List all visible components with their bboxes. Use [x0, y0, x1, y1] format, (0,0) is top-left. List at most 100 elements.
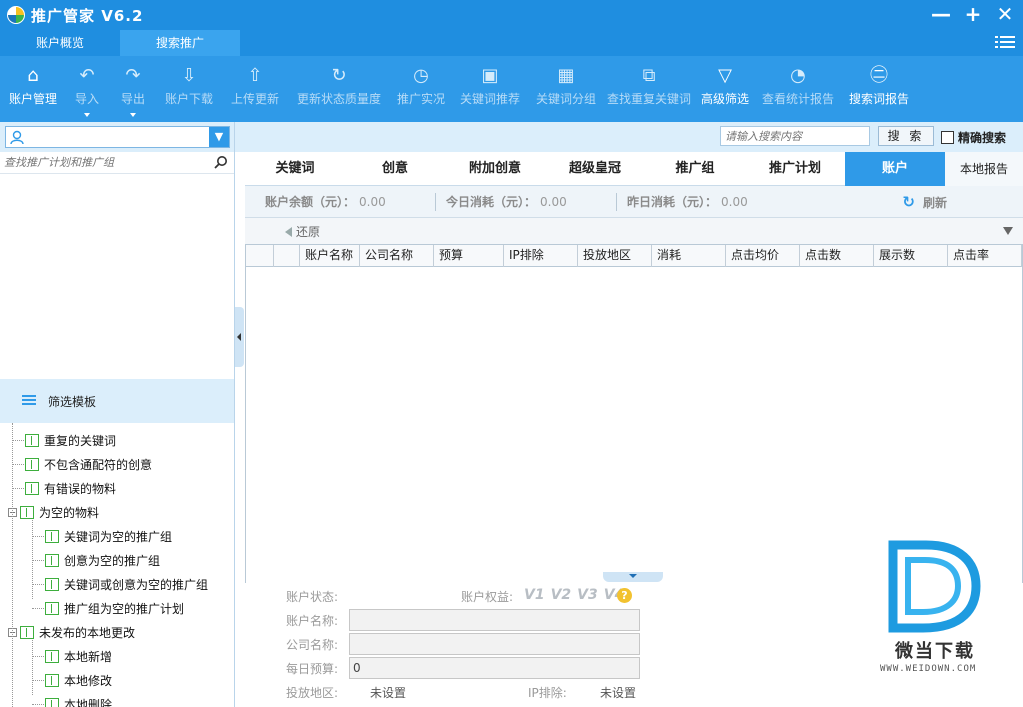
- export-icon: ↷: [125, 65, 141, 86]
- account-rights-label: 账户权益:: [461, 590, 514, 604]
- company-name-label: 公司名称:: [286, 638, 339, 652]
- toolbar-keyword-recommend-button[interactable]: ▣ 关键词推荐: [452, 56, 528, 122]
- filter-item-label: 关键词或创意为空的推广组: [64, 577, 209, 592]
- main-tab[interactable]: 账户概览: [0, 30, 120, 56]
- main-tab[interactable]: 搜索推广: [120, 30, 240, 56]
- close-button[interactable]: ✕: [993, 2, 1017, 26]
- plan-tree: [0, 174, 234, 379]
- object-tab[interactable]: 超级皇冠: [545, 152, 645, 186]
- object-tab[interactable]: 推广组: [645, 152, 745, 186]
- ip-exclude-label: IP排除:: [528, 686, 567, 700]
- object-tab[interactable]: 关键词: [245, 152, 345, 186]
- detail-panel-toggle[interactable]: [603, 572, 663, 582]
- filter-item-label: 未发布的本地更改: [39, 625, 136, 640]
- column-header[interactable]: 账户名称: [300, 245, 360, 267]
- caret-down-icon[interactable]: [1003, 227, 1013, 235]
- account-name-field[interactable]: [349, 609, 640, 631]
- filter-template-item[interactable]: 本地删除: [0, 692, 234, 707]
- toolbar-pie-chart-button[interactable]: ◔ 查看统计报告: [756, 56, 840, 122]
- tree-connector: [12, 463, 24, 465]
- today-spend-label: 今日消耗（元）：: [446, 195, 537, 209]
- app-title: 推广管家 V6.2: [31, 6, 144, 25]
- filter-template-item[interactable]: 本地修改: [0, 668, 234, 692]
- toolbar-clock-button[interactable]: ◷ 推广实况: [390, 56, 452, 122]
- toolbar-grid-button[interactable]: ▦ 关键词分组: [528, 56, 604, 122]
- left-panel-collapse-handle[interactable]: [235, 307, 244, 367]
- account-select[interactable]: ▼: [5, 126, 230, 148]
- column-header[interactable]: 预算: [434, 245, 504, 267]
- filter-template-item[interactable]: 推广组为空的推广计划: [0, 596, 234, 620]
- column-header[interactable]: IP排除: [504, 245, 578, 267]
- object-tabs: 关键词 创意 附加创意 超级皇冠 推广组 推广计划 账户 本地报告: [245, 152, 1023, 186]
- toolbar-refresh-button[interactable]: ↻ 更新状态质量度: [288, 56, 390, 122]
- toolbar-upload-button[interactable]: ⇧ 上传更新: [222, 56, 288, 122]
- filter-template-item[interactable]: 本地新增: [0, 644, 234, 668]
- search-button[interactable]: 搜 索: [878, 126, 934, 146]
- tree-connector: [32, 655, 44, 657]
- menu-icon[interactable]: [995, 33, 1015, 53]
- minimize-button[interactable]: —: [929, 2, 953, 26]
- exact-search-option[interactable]: 精确搜索: [941, 129, 1006, 146]
- home-icon: ⌂: [27, 65, 39, 86]
- daily-budget-label: 每日预算:: [286, 662, 339, 676]
- plan-search-input[interactable]: [4, 152, 204, 172]
- filter-template-item[interactable]: − 为空的物料: [0, 500, 234, 524]
- filter-item-label: 有错误的物料: [44, 481, 117, 496]
- toolbar-home-button[interactable]: ⌂ 账户管理: [2, 56, 64, 122]
- toolbar: ⌂ 账户管理 ↶ 导入 ↷ 导出 ⇩ 账户下载 ⇧ 上传更新 ↻ 更新状态质量度 ◷ 推广实况 ▣ 关键词推荐…: [0, 56, 1023, 122]
- today-spend-value: 0.00: [540, 194, 567, 209]
- object-tab[interactable]: 本地报告: [945, 152, 1023, 186]
- filter-template-item[interactable]: 重复的关键词: [0, 428, 234, 452]
- object-tab[interactable]: 附加创意: [445, 152, 545, 186]
- toolbar-filter-button[interactable]: ▽ 高级筛选: [694, 56, 756, 122]
- tree-connector: [32, 559, 44, 561]
- refresh-icon: ↻: [331, 65, 347, 86]
- template-icon: [45, 649, 59, 663]
- maximize-button[interactable]: +: [961, 2, 985, 26]
- balance-summary: 账户余额（元）： 0.00: [265, 193, 435, 211]
- column-header[interactable]: 消耗: [652, 245, 726, 267]
- toolbar-duplicate-search-button[interactable]: ⧉ 查找重复关键词: [604, 56, 694, 122]
- toolbar-export-button[interactable]: ↷ 导出: [110, 56, 156, 122]
- search-bar: 搜 索 精确搜索: [235, 122, 1023, 152]
- filter-icon: ▽: [718, 65, 732, 86]
- object-tab[interactable]: 推广计划: [745, 152, 845, 186]
- filter-template-item[interactable]: 创意为空的推广组: [0, 548, 234, 572]
- keyword-recommend-icon: ▣: [481, 65, 499, 86]
- column-header[interactable]: [274, 245, 300, 267]
- region-value[interactable]: 未设置: [370, 684, 406, 701]
- dropdown-caret-icon[interactable]: [84, 113, 90, 117]
- search-icon[interactable]: [214, 155, 228, 169]
- object-tab[interactable]: 创意: [345, 152, 445, 186]
- column-header[interactable]: 投放地区: [578, 245, 652, 267]
- column-header[interactable]: 公司名称: [360, 245, 434, 267]
- column-header[interactable]: [246, 245, 274, 267]
- search-input[interactable]: [720, 126, 870, 146]
- ip-exclude-value[interactable]: 未设置: [600, 684, 636, 701]
- filter-template-item[interactable]: 关键词为空的推广组: [0, 524, 234, 548]
- column-header[interactable]: 点击数: [800, 245, 874, 267]
- exact-search-checkbox[interactable]: [941, 131, 954, 144]
- filter-template-item[interactable]: 有错误的物料: [0, 476, 234, 500]
- column-header[interactable]: 点击率: [948, 245, 1022, 267]
- rights-level-icon: V3: [577, 587, 598, 603]
- filter-template-item[interactable]: − 未发布的本地更改: [0, 620, 234, 644]
- import-icon: ↶: [79, 65, 95, 86]
- filter-template-item[interactable]: 不包含通配符的创意: [0, 452, 234, 476]
- filter-template-item[interactable]: 关键词或创意为空的推广组: [0, 572, 234, 596]
- help-icon[interactable]: ?: [617, 588, 632, 603]
- dropdown-caret-icon[interactable]: [130, 113, 136, 117]
- refresh-button[interactable]: ↻ 刷新: [902, 193, 947, 211]
- chevron-down-icon[interactable]: ▼: [209, 127, 229, 147]
- company-name-field[interactable]: [349, 633, 640, 655]
- column-header[interactable]: 展示数: [874, 245, 948, 267]
- daily-budget-field[interactable]: 0: [349, 657, 640, 679]
- column-header[interactable]: 点击均价: [726, 245, 800, 267]
- object-tab[interactable]: 账户: [845, 152, 945, 186]
- restore-button[interactable]: 还原: [285, 223, 320, 240]
- toolbar-import-button[interactable]: ↶ 导入: [64, 56, 110, 122]
- toolbar-download-button[interactable]: ⇩ 账户下载: [156, 56, 222, 122]
- filter-template-header[interactable]: 筛选模板: [0, 379, 234, 423]
- toolbar-search-report-button[interactable]: ㊁搜索词报告: [840, 56, 918, 122]
- app-logo-icon: [7, 6, 25, 24]
